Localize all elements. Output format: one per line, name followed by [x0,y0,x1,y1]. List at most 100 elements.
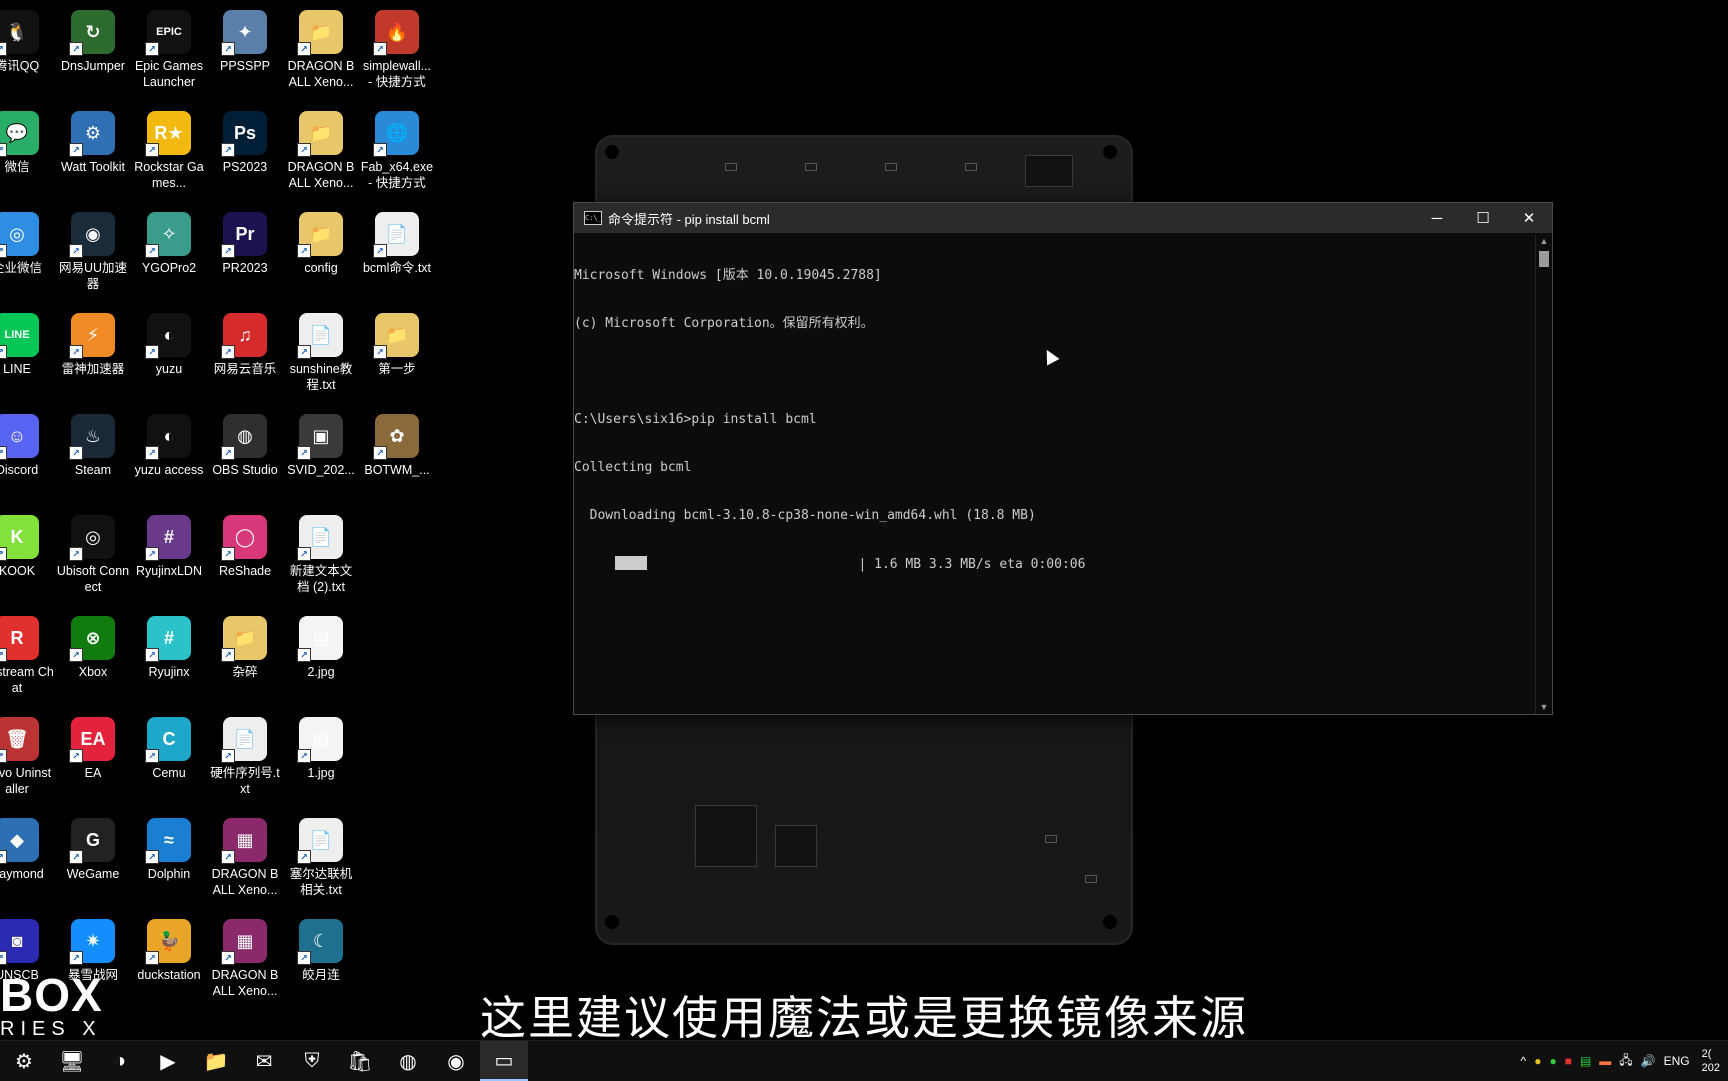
desktop-icon[interactable]: ✧ ↗ YGOPro2 [132,206,206,302]
shortcut-arrow-icon: ↗ [145,648,159,662]
desktop-icon[interactable]: ◉ ↗ 网易UU加速器 [56,206,130,302]
console-output[interactable]: Microsoft Windows [版本 10.0.19045.2788] (… [574,234,1536,714]
shortcut-arrow-icon: ↗ [145,547,159,561]
scrollbar-thumb[interactable] [1539,251,1549,267]
tray-app-icon[interactable]: ▤ [1580,1054,1591,1068]
desktop-icon-label: EA [84,766,102,780]
desktop-icon[interactable]: EA ↗ EA [56,711,130,807]
desktop-icon[interactable]: 🔥 ↗ simplewall... - 快捷方式 [360,4,434,100]
desktop-icon[interactable]: ▣ ↗ SVID_202... [284,408,358,504]
shield-app-icon[interactable]: ⛨ [288,1041,336,1081]
desktop-icon-label: 网易UU加速器 [58,261,128,291]
desktop-icon[interactable]: 📁 ↗ 第一步 [360,307,434,403]
desktop-icon[interactable]: ✿ ↗ BOTWM_... [360,408,434,504]
desktop-icon[interactable]: ▤ ↗ 2.jpg [284,610,358,706]
desktop-icon[interactable]: ◍ ↗ OBS Studio [208,408,282,504]
settings-icon[interactable]: ⚙ [0,1041,48,1081]
desktop-icon[interactable]: 📄 ↗ 新建文本文档 (2).txt [284,509,358,605]
volume-icon[interactable]: 🔊 [1641,1054,1656,1068]
desktop-icon[interactable]: ☺↗ Discord [0,408,54,504]
app-icon: ▣ ↗ [297,414,343,460]
desktop-icon[interactable]: ◯ ↗ ReShade [208,509,282,605]
desktop-icon[interactable]: ⚡ ↗ 雷神加速器 [56,307,130,403]
desktop-icon[interactable]: 💬↗ 微信 [0,105,54,201]
desktop-icon[interactable]: ≈ ↗ Dolphin [132,812,206,908]
scroll-up-icon[interactable]: ▲ [1536,234,1552,248]
app-icon: ⚡ ↗ [69,313,115,359]
desktop-icon[interactable]: 📄 ↗ sunshine教程.txt [284,307,358,403]
scroll-down-icon[interactable]: ▼ [1536,700,1552,714]
app-icon: ✧ ↗ [145,212,191,258]
desktop-icon[interactable]: ▤ ↗ 1.jpg [284,711,358,807]
shortcut-arrow-icon: ↗ [145,42,159,56]
desktop-icon[interactable]: # ↗ RyujinxLDN [132,509,206,605]
desktop-icon[interactable]: 📄 ↗ 硬件序列号.txt [208,711,282,807]
tray-app-icon[interactable]: ● [1549,1054,1556,1068]
desktop-icon[interactable]: 📁 ↗ 杂碎 [208,610,282,706]
download-progress-bar [615,556,648,570]
desktop-icon[interactable]: ⊗ ↗ Xbox [56,610,130,706]
app-icon: R★ ↗ [145,111,191,157]
desktop-icon[interactable]: ♫ ↗ 网易云音乐 [208,307,282,403]
pcb-hole [605,145,619,159]
shortcut-arrow-icon: ↗ [145,244,159,258]
app-icon: EPIC ↗ [145,10,191,56]
app-icon: ⚙ ↗ [69,111,115,157]
desktop-icon[interactable]: C ↗ Cemu [132,711,206,807]
tray-app-icon[interactable]: ● [1534,1054,1541,1068]
vertical-scrollbar[interactable]: ▲ ▼ [1535,234,1552,714]
desktop-icon[interactable]: ◐ ↗ yuzu [132,307,206,403]
network-icon[interactable]: 🖧 [1619,1051,1632,1072]
store-icon[interactable]: 🛍 [336,1041,384,1081]
desktop-icon[interactable]: 🗑↗Revo Uninstaller [0,711,54,807]
desktop-icon[interactable]: ▦ ↗ DRAGON BALL Xeno... [208,812,282,908]
desktop-icon[interactable]: ↻ ↗ DnsJumper [56,4,130,100]
desktop-icon[interactable]: LINE↗ LINE [0,307,54,403]
maximize-button[interactable]: ☐ [1460,203,1506,233]
desktop-icon[interactable]: 📄 ↗ 塞尔达联机相关.txt [284,812,358,908]
close-button[interactable]: ✕ [1506,203,1552,233]
title-bar[interactable]: C:\_ 命令提示符 - pip install bcml ─ ☐ ✕ [574,203,1552,233]
shortcut-arrow-icon: ↗ [297,850,311,864]
clock[interactable]: 2( 202 [1698,1047,1724,1075]
command-prompt-window[interactable]: C:\_ 命令提示符 - pip install bcml ─ ☐ ✕ Micr… [573,202,1553,715]
desktop-icon[interactable]: 📄 ↗ bcml命令.txt [360,206,434,302]
tray-app-icon[interactable]: ▬ [1599,1054,1611,1068]
hardware-app-icon[interactable]: 🖥 [48,1041,96,1081]
app-icon: 🦆 ↗ [145,919,191,965]
desktop-icon[interactable]: ◎↗ 企业微信 [0,206,54,302]
desktop-icon[interactable]: ⚙ ↗ Watt Toolkit [56,105,130,201]
desktop-icon[interactable]: ◎ ↗ Ubisoft Connect [56,509,130,605]
chrome-icon[interactable]: ◉ [432,1041,480,1081]
browser-app-icon[interactable]: ◍ [384,1041,432,1081]
tray-app-icon[interactable]: ■ [1565,1054,1572,1068]
desktop-icon[interactable]: 🐧↗ 腾讯QQ [0,4,54,100]
desktop-icon[interactable]: 📁 ↗ DRAGON BALL Xeno... [284,4,358,100]
compass-app-icon[interactable]: ◑ [96,1041,144,1081]
mail-icon[interactable]: ✉ [240,1041,288,1081]
terminal-icon[interactable]: ▭ [480,1041,528,1081]
desktop-icon[interactable]: R★ ↗ Rockstar Games... [132,105,206,201]
desktop-icon[interactable]: ◆↗ Raymond [0,812,54,908]
desktop-icon[interactable]: K↗ KOOK [0,509,54,605]
desktop-icon[interactable]: R↗Restream Chat [0,610,54,706]
desktop-icon[interactable]: EPIC ↗ Epic Games Launcher [132,4,206,100]
media-app-icon[interactable]: ▶ [144,1041,192,1081]
desktop-icon[interactable]: 📁 ↗ DRAGON BALL Xeno... [284,105,358,201]
desktop-icon[interactable]: ◐ ↗ yuzu access [132,408,206,504]
desktop-icon[interactable]: Pr ↗ PR2023 [208,206,282,302]
desktop-icon[interactable]: 🌐 ↗ Fab_x64.exe - 快捷方式 [360,105,434,201]
desktop-icon-label: 新建文本文档 (2).txt [289,564,353,594]
desktop-icon-label: 杂碎 [232,665,258,679]
app-icon: 📁 ↗ [373,313,419,359]
desktop-icon[interactable]: ♨ ↗ Steam [56,408,130,504]
file-explorer-icon[interactable]: 📁 [192,1041,240,1081]
desktop-icon[interactable]: Ps ↗ PS2023 [208,105,282,201]
desktop-icon[interactable]: 📁 ↗ config [284,206,358,302]
tray-chevron-icon[interactable]: ^ [1521,1054,1527,1068]
language-indicator[interactable]: ENG [1664,1054,1690,1068]
desktop-icon[interactable]: # ↗ Ryujinx [132,610,206,706]
desktop-icon[interactable]: G ↗ WeGame [56,812,130,908]
minimize-button[interactable]: ─ [1414,203,1460,233]
desktop-icon[interactable]: ✦ ↗ PPSSPP [208,4,282,100]
